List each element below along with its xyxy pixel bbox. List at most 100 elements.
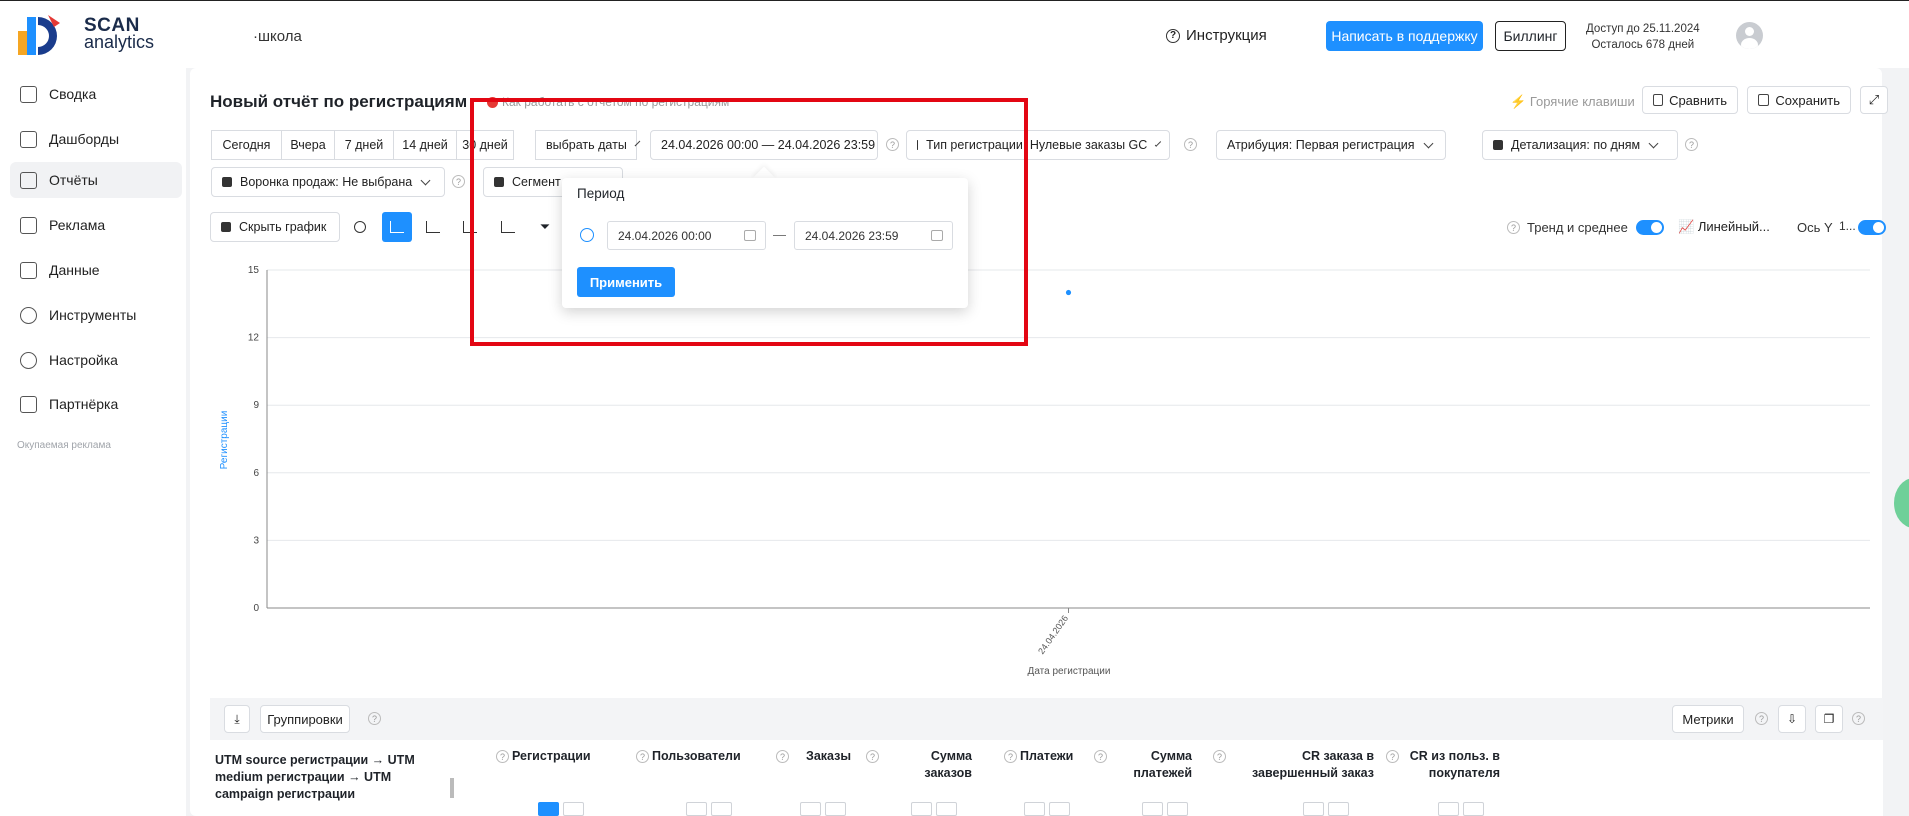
download-button[interactable]: ⤓ (224, 705, 250, 733)
hide-chart-label: Скрыть график (239, 220, 327, 234)
help-icon[interactable]: ? (1213, 750, 1226, 763)
bar-chart-icon (1493, 140, 1503, 150)
calendar-icon[interactable] (744, 230, 756, 241)
linear-scale-dropdown[interactable]: 📈 Линейный... (1678, 219, 1770, 235)
col-chart-toggle[interactable] (1167, 802, 1188, 816)
pie-chart-button[interactable] (345, 212, 375, 242)
hotkeys-link[interactable]: ⚡ Горячие клавиши (1510, 94, 1635, 110)
filter-yesterday[interactable]: Вчера (281, 130, 335, 160)
col-order-sum[interactable]: Сумма заказов (900, 748, 972, 782)
period-from-input[interactable]: 24.04.2026 00:00 (607, 221, 766, 250)
sidebar-item-tools[interactable]: Инструменты (10, 297, 182, 333)
col-chart-toggle[interactable] (1463, 802, 1484, 816)
col-chart-toggle[interactable] (563, 802, 584, 816)
hide-chart-button[interactable]: Скрыть график (210, 212, 340, 242)
filter-14-days[interactable]: 14 дней (393, 130, 457, 160)
col-chart-toggle[interactable] (1024, 802, 1045, 816)
filter-7-days[interactable]: 7 дней (334, 130, 394, 160)
help-icon[interactable]: ? (368, 712, 381, 725)
help-icon[interactable]: ? (452, 175, 465, 188)
y-ticks: 0 3 6 9 12 15 (248, 265, 260, 614)
y-tick-label: 0 (253, 603, 259, 614)
instruction-link[interactable]: ? Инструкция (1166, 27, 1267, 44)
sidebar-item-label: Данные (49, 262, 100, 278)
sidebar-item-reports[interactable]: Отчёты (10, 162, 182, 198)
fullscreen-button[interactable]: ⤢ (1860, 86, 1888, 114)
period-to-input[interactable]: 24.04.2026 23:59 (794, 221, 953, 250)
save-icon (1758, 94, 1770, 106)
filter-today[interactable]: Сегодня (211, 130, 282, 160)
column-resize-handle[interactable] (450, 778, 454, 798)
col-chart-toggle[interactable] (825, 802, 846, 816)
workspace-name[interactable]: ·школа (253, 28, 302, 45)
col-payment-sum[interactable]: Сумма платежей (1110, 748, 1192, 782)
col-users[interactable]: Пользователи (652, 748, 741, 765)
billing-button[interactable]: Биллинг (1495, 21, 1566, 51)
col-chart-toggle[interactable] (936, 802, 957, 816)
help-icon[interactable]: ? (496, 750, 509, 763)
help-icon[interactable]: ? (636, 750, 649, 763)
help-icon[interactable]: ? (866, 750, 879, 763)
help-icon[interactable]: ? (1507, 221, 1520, 234)
help-icon[interactable]: ? (1685, 138, 1698, 151)
col-chart-toggle[interactable] (1142, 802, 1163, 816)
export-button[interactable]: ⇩ (1778, 705, 1806, 733)
groupings-button[interactable]: Группировки (260, 705, 350, 733)
help-icon[interactable]: ? (1004, 750, 1017, 763)
copy-button[interactable]: ❐ (1815, 705, 1843, 733)
apply-button[interactable]: Применить (577, 267, 675, 297)
copy-icon: ❐ (1823, 712, 1835, 726)
sidebar-item-ads[interactable]: Реклама (10, 207, 182, 243)
line-chart-button[interactable] (382, 212, 412, 242)
sidebar-footer-link[interactable]: Окупаемая реклама (17, 440, 111, 451)
attribution-dropdown[interactable]: Атрибуция: Первая регистрация (1216, 130, 1446, 160)
sidebar-item-data[interactable]: Данные (10, 252, 182, 288)
trend-toggle[interactable] (1636, 220, 1664, 235)
help-icon[interactable]: ? (1755, 712, 1768, 725)
col-chart-toggle[interactable] (911, 802, 932, 816)
y-tick-label: 15 (248, 265, 260, 276)
col-chart-toggle[interactable] (1303, 802, 1324, 816)
period-popup: Период 24.04.2026 00:00 — 24.04.2026 23:… (562, 178, 968, 308)
area-chart-button[interactable] (418, 212, 448, 242)
col-chart-toggle[interactable] (1438, 802, 1459, 816)
col-payments[interactable]: Платежи (1020, 748, 1073, 765)
col-chart-toggle[interactable] (538, 802, 559, 816)
user-avatar-icon[interactable] (1736, 22, 1763, 49)
sidebar-item-settings[interactable]: Настройка (10, 342, 182, 378)
scan-analytics-logo[interactable] (18, 13, 62, 57)
detail-dropdown[interactable]: Детализация: по дням (1482, 130, 1678, 160)
metrics-button[interactable]: Метрики (1672, 705, 1744, 733)
help-icon[interactable]: ? (1094, 750, 1107, 763)
chat-widget-icon[interactable] (1894, 478, 1909, 528)
save-button[interactable]: Сохранить (1747, 86, 1851, 114)
sidebar-item-dashboards[interactable]: Дашборды (10, 121, 182, 157)
support-button[interactable]: Написать в поддержку (1326, 21, 1483, 51)
col-cr-order-completed[interactable]: CR заказа в завершенный заказ (1230, 748, 1374, 782)
data-point[interactable] (1065, 289, 1072, 296)
sidebar-item-partners[interactable]: Партнёрка (10, 386, 182, 422)
help-icon[interactable]: ? (776, 750, 789, 763)
pie-chart-icon (354, 221, 366, 233)
axis-y-toggle[interactable] (1858, 220, 1886, 235)
table-toolbar: ⤓ Группировки ? Метрики ? ⇩ ❐ ? (210, 698, 1883, 740)
compare-button[interactable]: Сравнить (1642, 86, 1738, 114)
help-icon[interactable]: ? (1386, 750, 1399, 763)
col-chart-toggle[interactable] (686, 802, 707, 816)
calendar-icon[interactable] (931, 230, 943, 241)
col-chart-toggle[interactable] (1049, 802, 1070, 816)
col-orders[interactable]: Заказы (806, 748, 851, 765)
col-chart-toggle[interactable] (711, 802, 732, 816)
help-icon[interactable]: ? (1852, 712, 1865, 725)
col-registrations[interactable]: Регистрации (512, 748, 591, 765)
y-tick-label: 6 (253, 468, 259, 479)
logo-line2: analytics (84, 32, 155, 52)
col-chart-toggle[interactable] (800, 802, 821, 816)
sales-funnel-dropdown[interactable]: Воронка продаж: Не выбрана (211, 167, 445, 197)
col-chart-toggle[interactable] (1328, 802, 1349, 816)
sidebar-item-summary[interactable]: Сводка (10, 76, 182, 112)
ads-icon (20, 216, 37, 234)
chart-points[interactable] (1065, 289, 1072, 296)
help-icon[interactable]: ? (1184, 138, 1197, 151)
col-cr-user-buyer[interactable]: CR из польз. в покупателя (1400, 748, 1500, 782)
